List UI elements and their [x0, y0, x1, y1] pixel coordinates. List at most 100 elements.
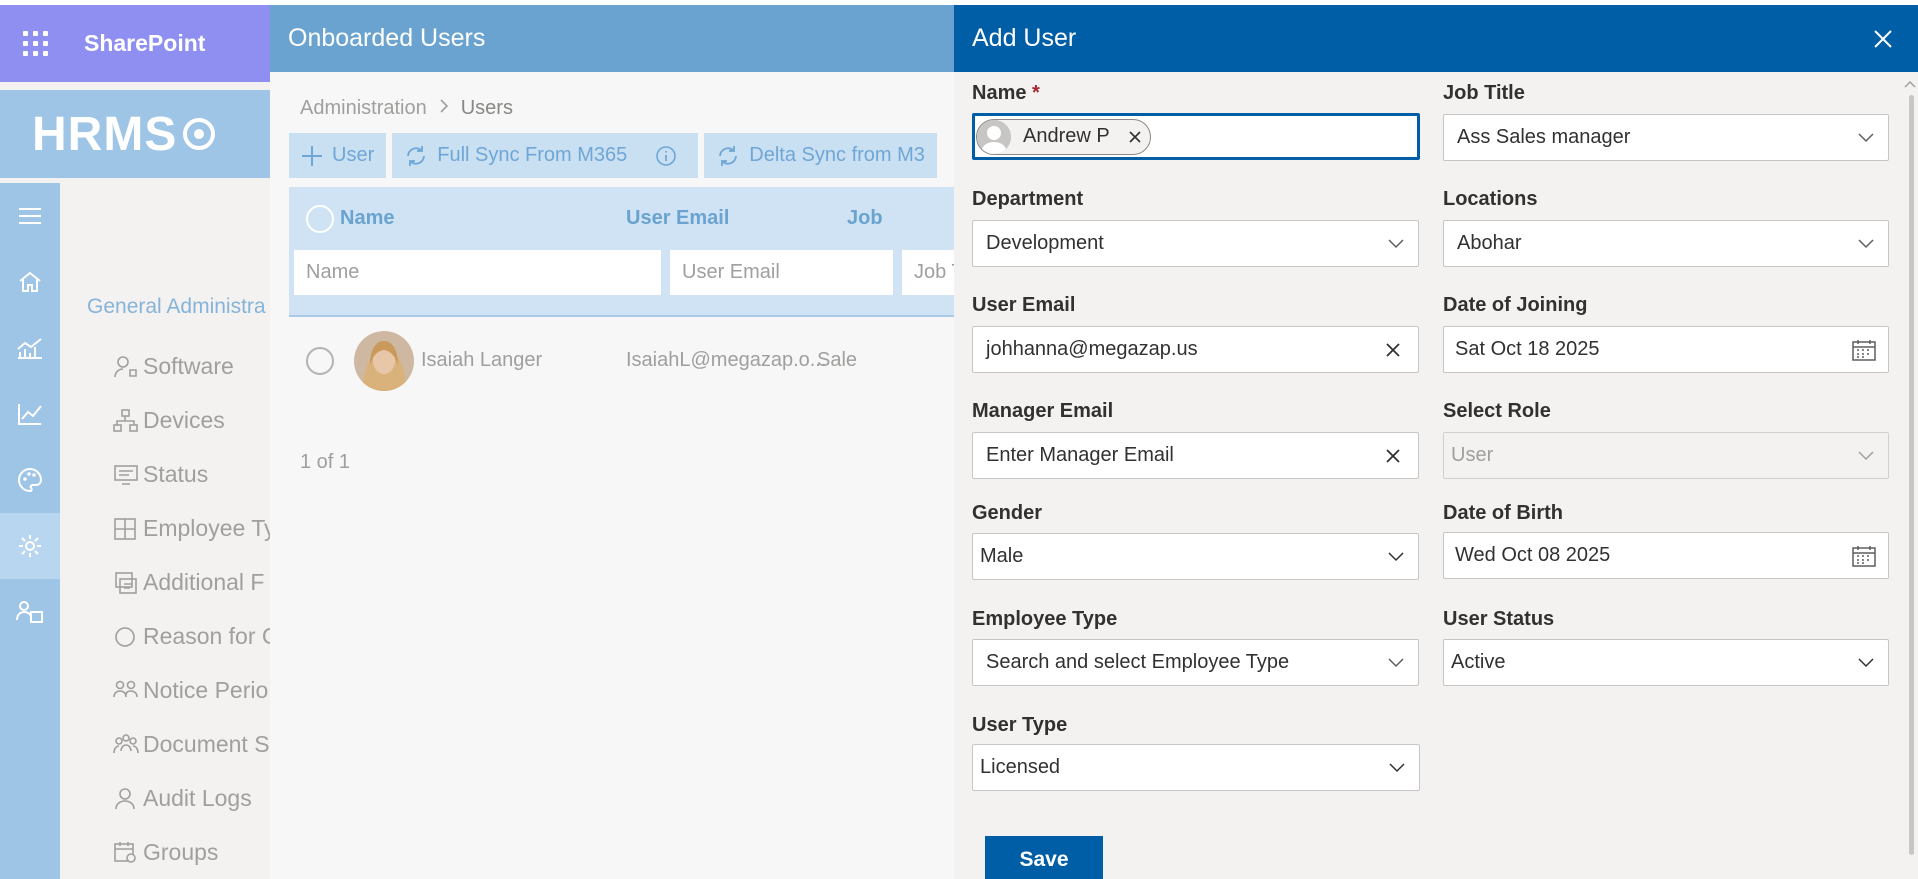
calendar-group-icon: [114, 841, 136, 863]
status-board-icon: [114, 464, 138, 485]
persona-avatar-icon: [977, 119, 1011, 154]
date-of-joining-value: Sat Oct 18 2025: [1455, 338, 1600, 360]
close-button[interactable]: [1848, 5, 1918, 72]
nav-item-status[interactable]: Status: [113, 461, 208, 488]
gender-dropdown[interactable]: Male: [972, 533, 1419, 580]
users-grid-header: Name User Email Job: [289, 187, 954, 317]
date-of-birth-picker[interactable]: Wed Oct 08 2025: [1443, 532, 1889, 579]
onboarded-users-panel: Onboarded Users Administration Users Use…: [270, 5, 954, 879]
department-dropdown[interactable]: Development: [972, 220, 1419, 267]
employee-type-value: Search and select Employee Type: [986, 651, 1290, 673]
user-email-field[interactable]: johhanna@megazap.us: [972, 326, 1419, 373]
waffle-icon[interactable]: [0, 5, 70, 82]
user-status-dropdown[interactable]: Active: [1443, 639, 1889, 686]
manager-email-field[interactable]: Enter Manager Email: [972, 432, 1419, 479]
employee-type-combobox[interactable]: Search and select Employee Type: [972, 639, 1419, 686]
breadcrumb-root[interactable]: Administration: [300, 97, 427, 120]
select-role-value: User: [1451, 444, 1494, 466]
calendar-icon[interactable]: [1840, 533, 1888, 578]
column-header-email[interactable]: User Email: [626, 207, 729, 230]
nav-item-notice-period[interactable]: Notice Perio: [113, 677, 268, 704]
full-sync-button[interactable]: Full Sync From M365: [392, 133, 699, 178]
hrms-logo-text: HRMS: [32, 107, 178, 161]
delta-sync-label: Delta Sync from M3: [749, 144, 925, 166]
select-role-label: Select Role: [1443, 400, 1551, 422]
add-user-label: User: [332, 144, 375, 166]
nav-item-audit-logs[interactable]: Audit Logs: [113, 785, 252, 812]
chevron-down-icon: [1374, 640, 1418, 685]
calendar-icon[interactable]: [1840, 327, 1888, 372]
column-header-job[interactable]: Job: [847, 207, 883, 230]
column-header-name[interactable]: Name: [340, 207, 394, 230]
people-translate-icon[interactable]: [0, 579, 60, 645]
scroll-up-icon[interactable]: [1904, 79, 1916, 89]
nav-item-label: Software: [143, 353, 234, 379]
hrms-logo-mark-icon: [183, 118, 216, 150]
delta-sync-button[interactable]: Delta Sync from M3: [704, 133, 937, 178]
suite-bar: SharePoint: [0, 5, 270, 82]
persona-chip[interactable]: Andrew P: [976, 118, 1151, 155]
nav-item-document-settings[interactable]: Document S: [113, 731, 270, 758]
chevron-down-icon: [1844, 221, 1888, 266]
circle-icon: [115, 626, 135, 647]
nav-item-reason-for[interactable]: Reason for C: [113, 623, 270, 650]
user-type-dropdown[interactable]: Licensed: [972, 744, 1420, 791]
gender-label: Gender: [972, 502, 1043, 524]
analytics-icon[interactable]: [0, 315, 60, 381]
name-people-picker[interactable]: Andrew P: [972, 113, 1420, 160]
palette-icon[interactable]: [0, 447, 60, 513]
date-of-joining-picker[interactable]: Sat Oct 18 2025: [1443, 326, 1889, 373]
add-user-panel: Add User Name * Andrew P Job Title Ass S…: [954, 5, 1918, 879]
job-filter-input[interactable]: [902, 250, 954, 295]
home-icon[interactable]: [0, 249, 60, 315]
name-filter-input[interactable]: [294, 250, 661, 295]
department-label: Department: [972, 188, 1084, 210]
chevron-down-icon: [1844, 115, 1888, 160]
job-title-dropdown[interactable]: Ass Sales manager: [1443, 114, 1889, 161]
suite-title[interactable]: SharePoint: [84, 30, 205, 57]
table-row[interactable]: Isaiah Langer IsaiahL@megazap.o... Sale: [289, 327, 954, 397]
clear-icon[interactable]: [1368, 433, 1418, 478]
email-filter-input[interactable]: [670, 250, 893, 295]
close-icon: [1874, 29, 1892, 48]
manager-email-label: Manager Email: [972, 400, 1114, 422]
save-button[interactable]: Save: [985, 836, 1103, 879]
user-settings-icon: [114, 355, 137, 377]
table-grid-icon: [114, 517, 136, 540]
scrollbar-thumb[interactable]: [1909, 95, 1914, 855]
org-chart-icon: [113, 408, 138, 432]
settings-icon[interactable]: [0, 513, 60, 579]
manager-email-value: Enter Manager Email: [986, 444, 1174, 466]
job-title-value: Ass Sales manager: [1457, 126, 1631, 148]
add-user-button[interactable]: User: [289, 133, 387, 178]
clear-icon[interactable]: [1368, 327, 1418, 372]
nav-item-label: Notice Perio: [143, 677, 269, 703]
chevron-right-icon: [439, 97, 449, 120]
locations-dropdown[interactable]: Abohar: [1443, 220, 1889, 267]
nav-item-software[interactable]: Software: [113, 353, 234, 380]
users-panel-header: Onboarded Users: [270, 5, 954, 72]
locations-value: Abohar: [1457, 232, 1522, 254]
nav-item-devices[interactable]: Devices: [113, 407, 225, 434]
user-type-value: Licensed: [980, 756, 1061, 778]
nav-item-groups[interactable]: Groups: [113, 839, 218, 866]
menu-icon[interactable]: [0, 183, 60, 249]
command-bar: User Full Sync From M365 Delta Sync from…: [289, 133, 937, 178]
hrms-logo[interactable]: HRMS: [32, 107, 216, 162]
row-select-radio[interactable]: [306, 347, 334, 375]
nav-item-employee-types[interactable]: Employee Ty: [113, 515, 270, 542]
nav-item-label: Additional F: [143, 569, 265, 595]
person-icon: [115, 787, 135, 809]
nav-section-header[interactable]: General Administra: [87, 295, 266, 319]
nav-item-additional-fields[interactable]: Additional F: [113, 569, 264, 596]
name-label-text: Name: [972, 82, 1027, 104]
left-rail: [0, 183, 60, 879]
share-people-icon: [113, 733, 139, 753]
nav-item-label: Reason for C: [143, 623, 270, 649]
info-icon[interactable]: [655, 145, 677, 167]
line-chart-icon[interactable]: [0, 381, 60, 447]
remove-persona-icon[interactable]: [1124, 126, 1146, 148]
job-title-label: Job Title: [1443, 82, 1525, 104]
full-sync-label: Full Sync From M365: [437, 144, 628, 166]
select-all-radio[interactable]: [306, 205, 334, 233]
